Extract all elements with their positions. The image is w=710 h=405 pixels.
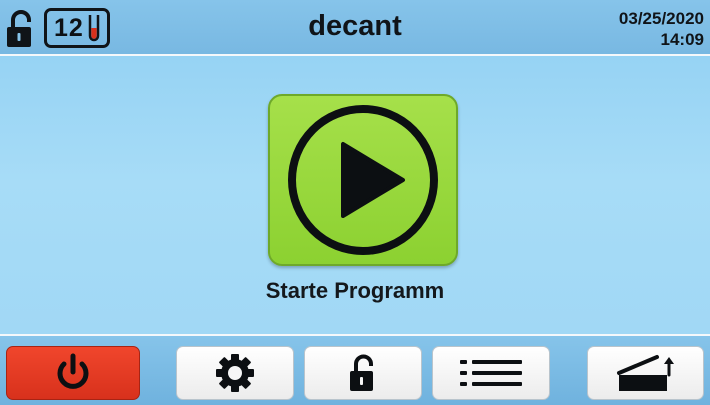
play-icon	[288, 105, 438, 255]
gear-icon	[216, 354, 254, 392]
unlocked-padlock-icon	[350, 354, 373, 391]
power-button[interactable]	[6, 346, 140, 400]
settings-button[interactable]	[176, 346, 294, 400]
header-bar: 12 decant 03/25/2020 14:09	[0, 0, 710, 56]
open-lid-button[interactable]	[587, 346, 704, 400]
program-title: decant	[308, 10, 402, 42]
program-list-button[interactable]	[432, 346, 550, 400]
lock-button[interactable]	[304, 346, 422, 400]
open-lid-icon	[616, 355, 674, 391]
time-display: 14:09	[660, 30, 704, 49]
list-menu-icon	[460, 360, 522, 386]
power-icon	[57, 353, 89, 389]
start-program-label: Starte Programm	[265, 278, 445, 303]
bottom-toolbar	[0, 334, 710, 405]
start-program-button[interactable]	[268, 94, 458, 266]
centrifuge-screen: 12 decant 03/25/2020 14:09 Starte Progra…	[0, 0, 710, 405]
date-display: 03/25/2020	[618, 9, 704, 28]
